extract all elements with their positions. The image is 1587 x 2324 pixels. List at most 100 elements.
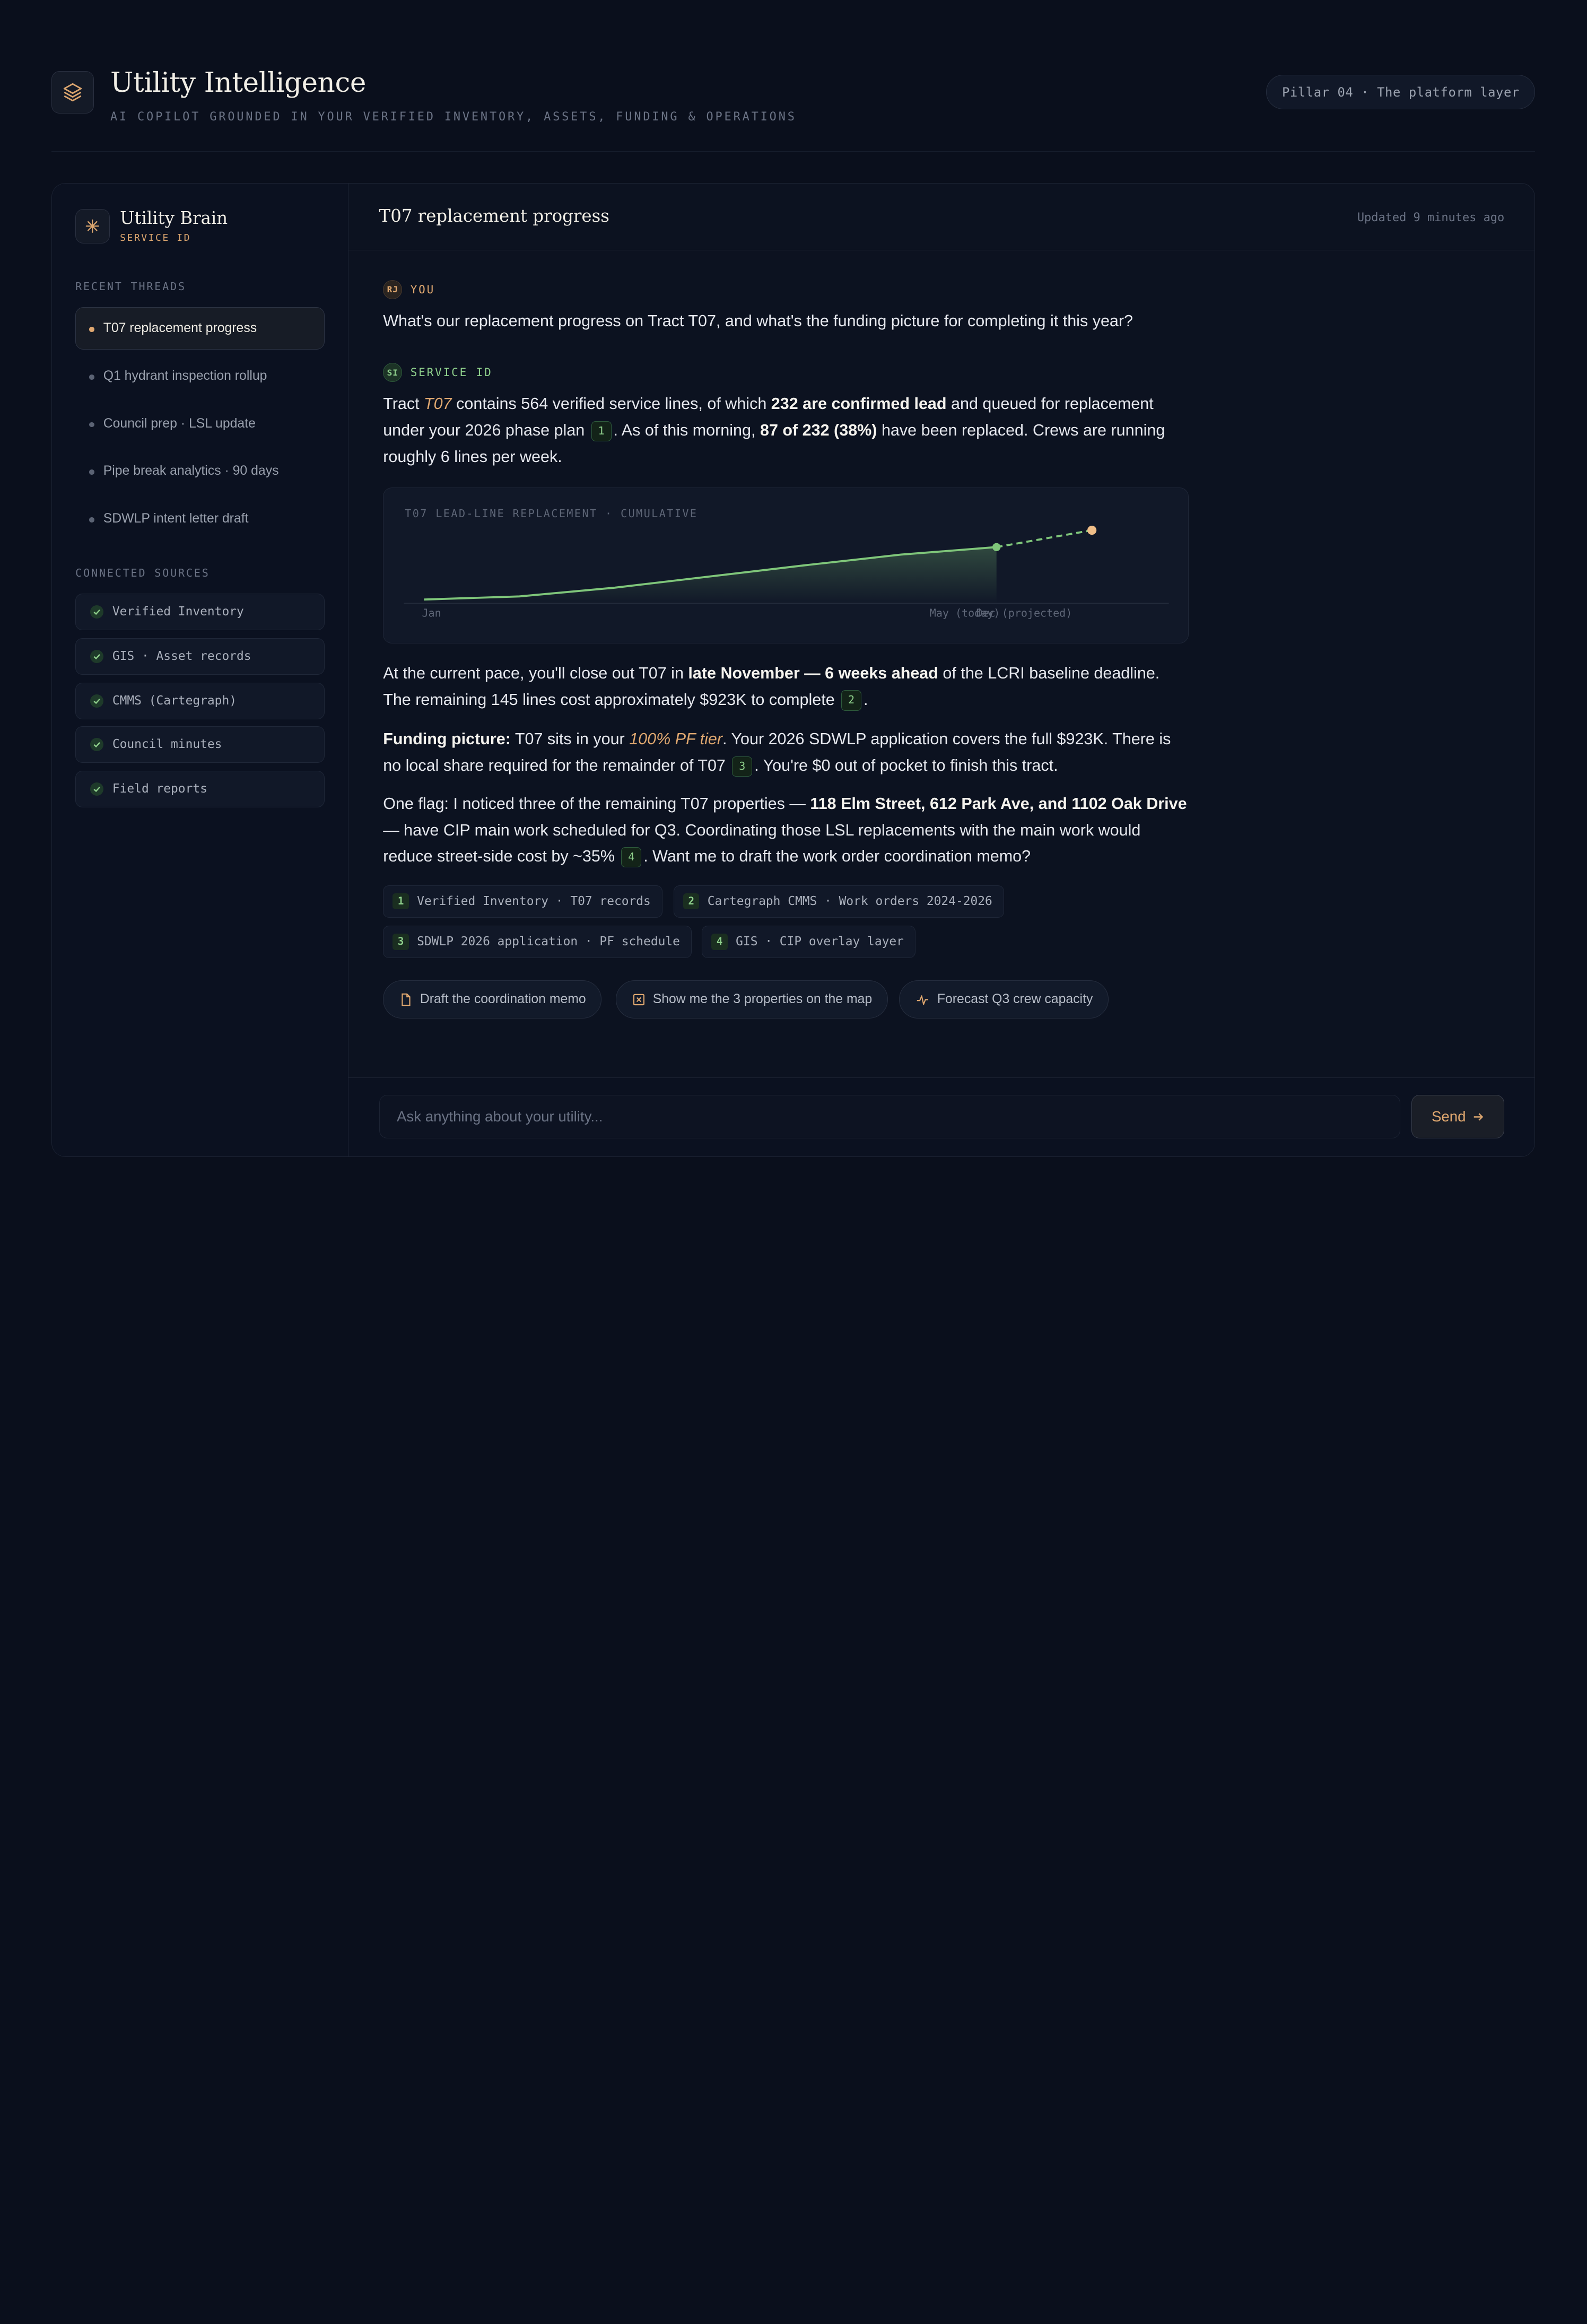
citation-number: 1 xyxy=(393,893,409,910)
check-icon xyxy=(90,650,103,663)
avatar: RJ xyxy=(383,280,403,299)
thread-label: Q1 hydrant inspection rollup xyxy=(103,368,267,383)
thread-label: Pipe break analytics · 90 days xyxy=(103,464,279,478)
citation-marker[interactable]: 3 xyxy=(732,756,753,777)
map-pin-icon xyxy=(633,994,644,1005)
arrow-right-icon xyxy=(1473,1113,1484,1121)
app-window: Utility Brain SERVICE ID RECENT THREADS … xyxy=(51,183,1536,1157)
forecast-capacity-button[interactable]: Forecast Q3 crew capacity xyxy=(899,980,1109,1019)
source-label: GIS · Asset records xyxy=(112,649,251,664)
conversation-panel: T07 replacement progress Updated 9 minut… xyxy=(348,184,1535,1156)
thread-item[interactable]: Council prep · LSL update xyxy=(75,402,324,445)
citation-label: GIS · CIP overlay layer xyxy=(736,935,904,949)
thread-item[interactable]: T07 replacement progress xyxy=(75,307,325,350)
text-run: One flag: I noticed three of the remaini… xyxy=(383,795,810,813)
text-run: 232 are confirmed lead xyxy=(771,395,947,413)
thread-label: Council prep · LSL update xyxy=(103,416,256,431)
source-label: CMMS (Cartegraph) xyxy=(112,694,237,708)
thread-dot xyxy=(89,517,94,523)
ask-input[interactable]: Ask anything about your utility... xyxy=(379,1095,1400,1139)
answer-paragraph: At the current pace, you'll close out T0… xyxy=(383,660,1190,713)
check-icon xyxy=(90,738,103,751)
check-icon xyxy=(90,782,103,796)
page-title: Utility Intelligence xyxy=(110,66,367,99)
chart-svg: Jan May (today)Dec (projected) xyxy=(404,525,1169,619)
answer-paragraph: Tract T07 contains 564 verified service … xyxy=(383,391,1190,470)
pulse-icon xyxy=(917,995,928,1005)
thread-label: SDWLP intent letter draft xyxy=(103,511,249,526)
text-run: . As of this morning, xyxy=(613,421,760,440)
thread-item[interactable]: Q1 hydrant inspection rollup xyxy=(75,355,324,397)
citation-number: 4 xyxy=(711,934,728,950)
source-item[interactable]: CMMS (Cartegraph) xyxy=(75,682,325,719)
chart-area-fill xyxy=(424,547,997,604)
x-tick-label: Dec (projected) xyxy=(976,606,1072,619)
thread-dot xyxy=(89,422,94,428)
source-item[interactable]: GIS · Asset records xyxy=(75,638,325,675)
source-item[interactable]: Verified Inventory xyxy=(75,594,325,630)
citation-marker[interactable]: 4 xyxy=(621,847,642,868)
tract-link[interactable]: T07 xyxy=(424,395,452,413)
page-header: Utility Intelligence AI COPILOT GROUNDED… xyxy=(51,66,1536,152)
action-label: Draft the coordination memo xyxy=(420,992,586,1007)
tier-link[interactable]: 100% PF tier xyxy=(629,730,722,748)
citation-chip[interactable]: 3 SDWLP 2026 application · PF schedule xyxy=(383,925,692,958)
text-run: Tract xyxy=(383,395,424,413)
pillar-badge: Pillar 04 · The platform layer xyxy=(1266,75,1536,110)
citation-chip[interactable]: 4 GIS · CIP overlay layer xyxy=(702,925,915,958)
x-tick-label: Jan xyxy=(422,606,441,619)
text-run: 87 of 232 (38%) xyxy=(760,421,877,440)
text-run: . Want me to draft the work order coordi… xyxy=(643,847,1031,866)
draft-memo-button[interactable]: Draft the coordination memo xyxy=(383,980,602,1019)
action-label: Show me the 3 properties on the map xyxy=(652,992,873,1007)
citation-marker[interactable]: 1 xyxy=(591,421,612,442)
document-icon xyxy=(402,993,411,1006)
thread-item[interactable]: SDWLP intent letter draft xyxy=(75,498,324,540)
avatar: SI xyxy=(383,363,403,382)
answer-paragraph: Funding picture: T07 sits in your 100% P… xyxy=(383,726,1190,779)
author-name: YOU xyxy=(410,283,435,296)
thread-item[interactable]: Pipe break analytics · 90 days xyxy=(75,450,324,492)
text-run: 118 Elm Street, 612 Park Ave, and 1102 O… xyxy=(810,795,1187,813)
send-label: Send xyxy=(1431,1108,1466,1125)
recent-threads-label: RECENT THREADS xyxy=(75,280,186,293)
sidebar: Utility Brain SERVICE ID RECENT THREADS … xyxy=(52,184,349,1156)
message-author: RJ YOU xyxy=(383,280,1190,299)
citation-label: Verified Inventory · T07 records xyxy=(417,894,651,909)
citation-marker[interactable]: 2 xyxy=(841,690,862,711)
user-message: RJ YOU What's our replacement progress o… xyxy=(383,280,1190,335)
check-icon xyxy=(90,605,103,619)
thread-dot xyxy=(89,469,94,475)
updated-timestamp: Updated 9 minutes ago xyxy=(1357,211,1505,224)
source-item[interactable]: Field reports xyxy=(75,770,325,807)
citation-number: 2 xyxy=(683,893,700,910)
today-point xyxy=(992,543,1001,551)
message-author: SI SERVICE ID xyxy=(383,363,1190,382)
brand-subtitle: SERVICE ID xyxy=(120,232,191,243)
conversation-header: T07 replacement progress Updated 9 minut… xyxy=(348,184,1535,251)
source-item[interactable]: Council minutes xyxy=(75,726,325,763)
citation-chip[interactable]: 1 Verified Inventory · T07 records xyxy=(383,885,662,918)
source-label: Council minutes xyxy=(112,737,222,752)
message-text: What's our replacement progress on Tract… xyxy=(383,312,1133,330)
text-run: . xyxy=(863,690,868,709)
sparkle-icon xyxy=(75,209,110,243)
thread-label: T07 replacement progress xyxy=(103,321,257,336)
source-label: Field reports xyxy=(112,782,207,796)
page-subtitle: AI COPILOT GROUNDED IN YOUR VERIFIED INV… xyxy=(110,110,797,124)
send-button[interactable]: Send xyxy=(1411,1095,1505,1139)
layers-icon xyxy=(51,71,94,114)
composer: Ask anything about your utility... Send xyxy=(348,1077,1535,1156)
citation-label: SDWLP 2026 application · PF schedule xyxy=(417,935,680,949)
thread-dot xyxy=(89,327,94,332)
projected-point xyxy=(1087,525,1097,535)
check-icon xyxy=(90,694,103,708)
conversation-title: T07 replacement progress xyxy=(379,206,609,227)
text-run: contains 564 verified service lines, of … xyxy=(451,395,771,413)
citation-chip[interactable]: 2 Cartegraph CMMS · Work orders 2024-2026 xyxy=(673,885,1004,918)
projected-series-line xyxy=(996,529,1093,548)
text-run: At the current pace, you'll close out T0… xyxy=(383,664,688,682)
show-properties-button[interactable]: Show me the 3 properties on the map xyxy=(616,980,888,1019)
author-name: SERVICE ID xyxy=(410,366,493,379)
answer-paragraph: One flag: I noticed three of the remaini… xyxy=(383,791,1190,870)
